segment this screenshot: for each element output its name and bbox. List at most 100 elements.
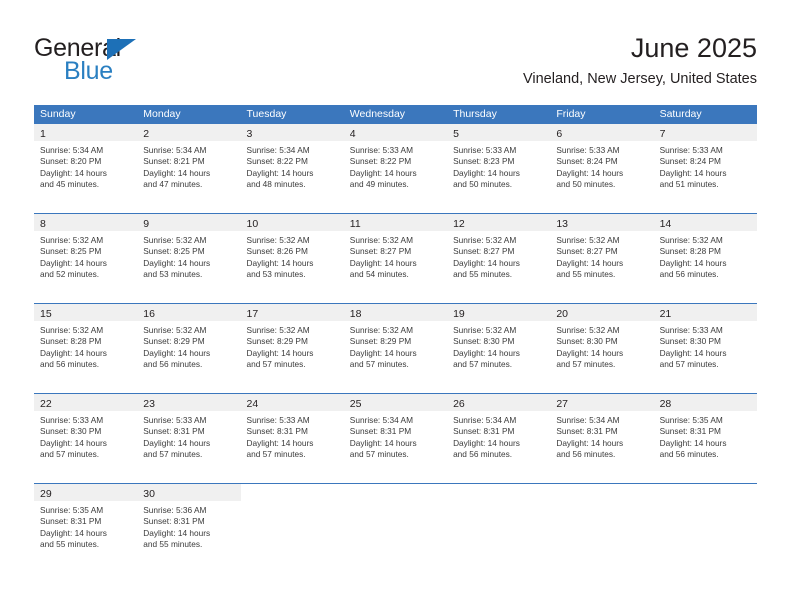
calendar-day-cell[interactable]: 4 Sunrise: 5:33 AM Sunset: 8:22 PM Daylight… xyxy=(343,124,448,213)
sunset-text: Sunset: 8:21 PM xyxy=(143,156,205,167)
daylight-text-line1: Daylight: 14 hours xyxy=(40,527,107,538)
sunrise-text: Sunrise: 5:33 AM xyxy=(143,415,207,425)
calendar-day-cell[interactable]: 15 Sunrise: 5:32 AM Sunset: 8:28 PM Dayligh… xyxy=(34,304,138,393)
calendar-day-cell[interactable]: 9 Sunrise: 5:32 AM Sunset: 8:25 PM Daylight… xyxy=(137,214,241,303)
calendar-day-cell[interactable]: 18 Sunrise: 5:32 AM Sunset: 8:29 PM Dayligh… xyxy=(343,304,448,393)
daylight-text-line2: and 57 minutes. xyxy=(246,448,306,459)
title-block: June 2025 Vineland, New Jersey, United S… xyxy=(523,32,757,89)
calendar-day-cell[interactable]: 22 Sunrise: 5:33 AM Sunset: 8:30 PM Dayligh… xyxy=(34,394,138,483)
daylight-text-line1: Daylight: 14 hours xyxy=(143,437,211,448)
calendar-day-cell[interactable]: 23 Sunrise: 5:33 AM Sunset: 8:31 PM Dayligh… xyxy=(137,394,241,483)
calendar-day-cell[interactable]: 12 Sunrise: 5:32 AM Sunset: 8:27 PM Dayligh… xyxy=(447,214,551,303)
day-details: Sunrise: 5:36 AM Sunset: 8:31 PM Daylight:… xyxy=(137,501,240,550)
daylight-text-line1: Daylight: 14 hours xyxy=(556,167,624,178)
day-number-band: 22 xyxy=(34,394,138,411)
day-number-band: 7 xyxy=(653,124,757,141)
day-number: 12 xyxy=(453,218,465,230)
daylight-text-line2: and 57 minutes. xyxy=(40,448,100,459)
calendar-day-cell[interactable]: 1 Sunrise: 5:34 AM Sunset: 8:20 PM Daylight… xyxy=(34,124,138,213)
weekday-header-wednesday: Wednesday xyxy=(349,108,406,120)
daylight-text-line2: and 49 minutes. xyxy=(349,178,409,189)
daylight-text-line1: Daylight: 14 hours xyxy=(349,257,417,268)
sunset-text: Sunset: 8:30 PM xyxy=(40,426,102,437)
day-number: 4 xyxy=(349,128,356,140)
calendar-day-cell[interactable]: 21 Sunrise: 5:33 AM Sunset: 8:30 PM Dayligh… xyxy=(653,304,757,393)
daylight-text-line2: and 57 minutes. xyxy=(349,358,409,369)
sunrise-text: Sunrise: 5:34 AM xyxy=(143,145,207,155)
calendar-day-cell[interactable]: 27 Sunrise: 5:34 AM Sunset: 8:31 PM Dayligh… xyxy=(550,394,654,483)
daylight-text-line1: Daylight: 14 hours xyxy=(246,257,314,268)
sunset-text: Sunset: 8:22 PM xyxy=(246,156,308,167)
daylight-text-line2: and 52 minutes. xyxy=(40,268,100,279)
calendar-day-cell[interactable]: 8 Sunrise: 5:32 AM Sunset: 8:25 PM Daylight… xyxy=(34,214,138,303)
day-details: Sunrise: 5:32 AM Sunset: 8:26 PM Daylight:… xyxy=(241,231,344,280)
calendar-day-cell[interactable]: 11 Sunrise: 5:32 AM Sunset: 8:27 PM Dayligh… xyxy=(343,214,448,303)
day-number-band: 15 xyxy=(34,304,138,321)
location-subtitle: Vineland, New Jersey, United States xyxy=(522,71,757,87)
sunset-text: Sunset: 8:31 PM xyxy=(556,426,618,437)
calendar-day-cell[interactable]: 6 Sunrise: 5:33 AM Sunset: 8:24 PM Daylight… xyxy=(550,124,654,213)
daylight-text-line1: Daylight: 14 hours xyxy=(143,257,211,268)
calendar-day-cell[interactable]: 19 Sunrise: 5:32 AM Sunset: 8:30 PM Dayligh… xyxy=(447,304,551,393)
day-number-band: 24 xyxy=(240,394,344,411)
calendar-day-cell[interactable]: 25 Sunrise: 5:34 AM Sunset: 8:31 PM Dayligh… xyxy=(343,394,448,483)
sunset-text: Sunset: 8:23 PM xyxy=(453,156,515,167)
sunrise-text: Sunrise: 5:32 AM xyxy=(40,325,104,335)
daylight-text-line2: and 54 minutes. xyxy=(349,268,409,279)
daylight-text-line1: Daylight: 14 hours xyxy=(659,257,727,268)
daylight-text-line1: Daylight: 14 hours xyxy=(556,257,624,268)
page-header: General Blue June 2025 Vineland, New Jer… xyxy=(0,0,792,100)
calendar-day-cell[interactable]: 13 Sunrise: 5:32 AM Sunset: 8:27 PM Dayligh… xyxy=(550,214,654,303)
calendar-day-cell[interactable]: 30 Sunrise: 5:36 AM Sunset: 8:31 PM Dayligh… xyxy=(137,484,241,573)
calendar-day-cell[interactable]: 16 Sunrise: 5:32 AM Sunset: 8:29 PM Dayligh… xyxy=(137,304,241,393)
daylight-text-line1: Daylight: 14 hours xyxy=(453,347,520,358)
sunrise-text: Sunrise: 5:34 AM xyxy=(556,415,620,425)
page-title: June 2025 xyxy=(630,33,757,63)
day-number-band: 28 xyxy=(653,394,757,411)
daylight-text-line1: Daylight: 14 hours xyxy=(556,347,624,358)
calendar-day-cell[interactable]: 3 Sunrise: 5:34 AM Sunset: 8:22 PM Daylight… xyxy=(240,124,344,213)
weekday-header-sunday: Sunday xyxy=(40,108,76,120)
day-details: Sunrise: 5:33 AM Sunset: 8:24 PM Daylight:… xyxy=(654,141,757,190)
calendar-day-cell[interactable]: 17 Sunrise: 5:32 AM Sunset: 8:29 PM Dayligh… xyxy=(240,304,344,393)
day-number-band: 11 xyxy=(343,214,448,231)
sunset-text: Sunset: 8:28 PM xyxy=(40,336,102,347)
daylight-text-line2: and 53 minutes. xyxy=(143,268,203,279)
day-number: 20 xyxy=(556,308,569,320)
weekday-header-thursday: Thursday xyxy=(453,108,497,120)
calendar-day-cell[interactable]: 26 Sunrise: 5:34 AM Sunset: 8:31 PM Dayligh… xyxy=(447,394,551,483)
general-blue-logo[interactable]: General Blue xyxy=(34,36,164,84)
calendar-day-cell[interactable]: 29 Sunrise: 5:35 AM Sunset: 8:31 PM Dayligh… xyxy=(34,484,138,573)
calendar-day-cell[interactable]: 20 Sunrise: 5:32 AM Sunset: 8:30 PM Dayligh… xyxy=(550,304,654,393)
sunset-text: Sunset: 8:27 PM xyxy=(556,246,618,257)
sunrise-text: Sunrise: 5:35 AM xyxy=(40,505,104,515)
weekday-header-tuesday: Tuesday xyxy=(246,108,287,120)
daylight-text-line2: and 56 minutes. xyxy=(40,358,100,369)
day-number: 16 xyxy=(143,308,155,320)
day-number: 11 xyxy=(349,218,361,230)
calendar-day-cell-empty xyxy=(240,484,344,573)
calendar-day-cell[interactable]: 7 Sunrise: 5:33 AM Sunset: 8:24 PM Daylight… xyxy=(653,124,757,213)
day-number-band: 23 xyxy=(137,394,241,411)
day-number-band: 21 xyxy=(653,304,757,321)
day-details: Sunrise: 5:32 AM Sunset: 8:28 PM Daylight:… xyxy=(34,321,137,370)
sunset-text: Sunset: 8:29 PM xyxy=(246,336,308,347)
calendar-day-cell[interactable]: 10 Sunrise: 5:32 AM Sunset: 8:26 PM Dayligh… xyxy=(240,214,344,303)
sunset-text: Sunset: 8:31 PM xyxy=(349,426,412,437)
daylight-text-line1: Daylight: 14 hours xyxy=(453,167,520,178)
calendar-week-row: 15 Sunrise: 5:32 AM Sunset: 8:28 PM Dayligh… xyxy=(34,303,757,393)
calendar-day-cell[interactable]: 5 Sunrise: 5:33 AM Sunset: 8:23 PM Daylight… xyxy=(447,124,551,213)
day-number-band: 6 xyxy=(550,124,654,141)
day-number: 15 xyxy=(40,308,52,320)
sunrise-text: Sunrise: 5:32 AM xyxy=(453,325,517,335)
day-number-band xyxy=(653,484,757,501)
day-details xyxy=(344,501,447,505)
calendar-day-cell[interactable]: 28 Sunrise: 5:35 AM Sunset: 8:31 PM Dayligh… xyxy=(653,394,757,483)
day-number: 10 xyxy=(246,218,259,230)
day-number: 27 xyxy=(556,398,569,410)
calendar-day-cell[interactable]: 14 Sunrise: 5:32 AM Sunset: 8:28 PM Dayligh… xyxy=(653,214,757,303)
sunset-text: Sunset: 8:25 PM xyxy=(40,246,102,257)
calendar-day-cell[interactable]: 2 Sunrise: 5:34 AM Sunset: 8:21 PM Daylight… xyxy=(137,124,241,213)
day-details: Sunrise: 5:34 AM Sunset: 8:31 PM Daylight:… xyxy=(550,411,653,460)
calendar-day-cell[interactable]: 24 Sunrise: 5:33 AM Sunset: 8:31 PM Dayligh… xyxy=(240,394,344,483)
